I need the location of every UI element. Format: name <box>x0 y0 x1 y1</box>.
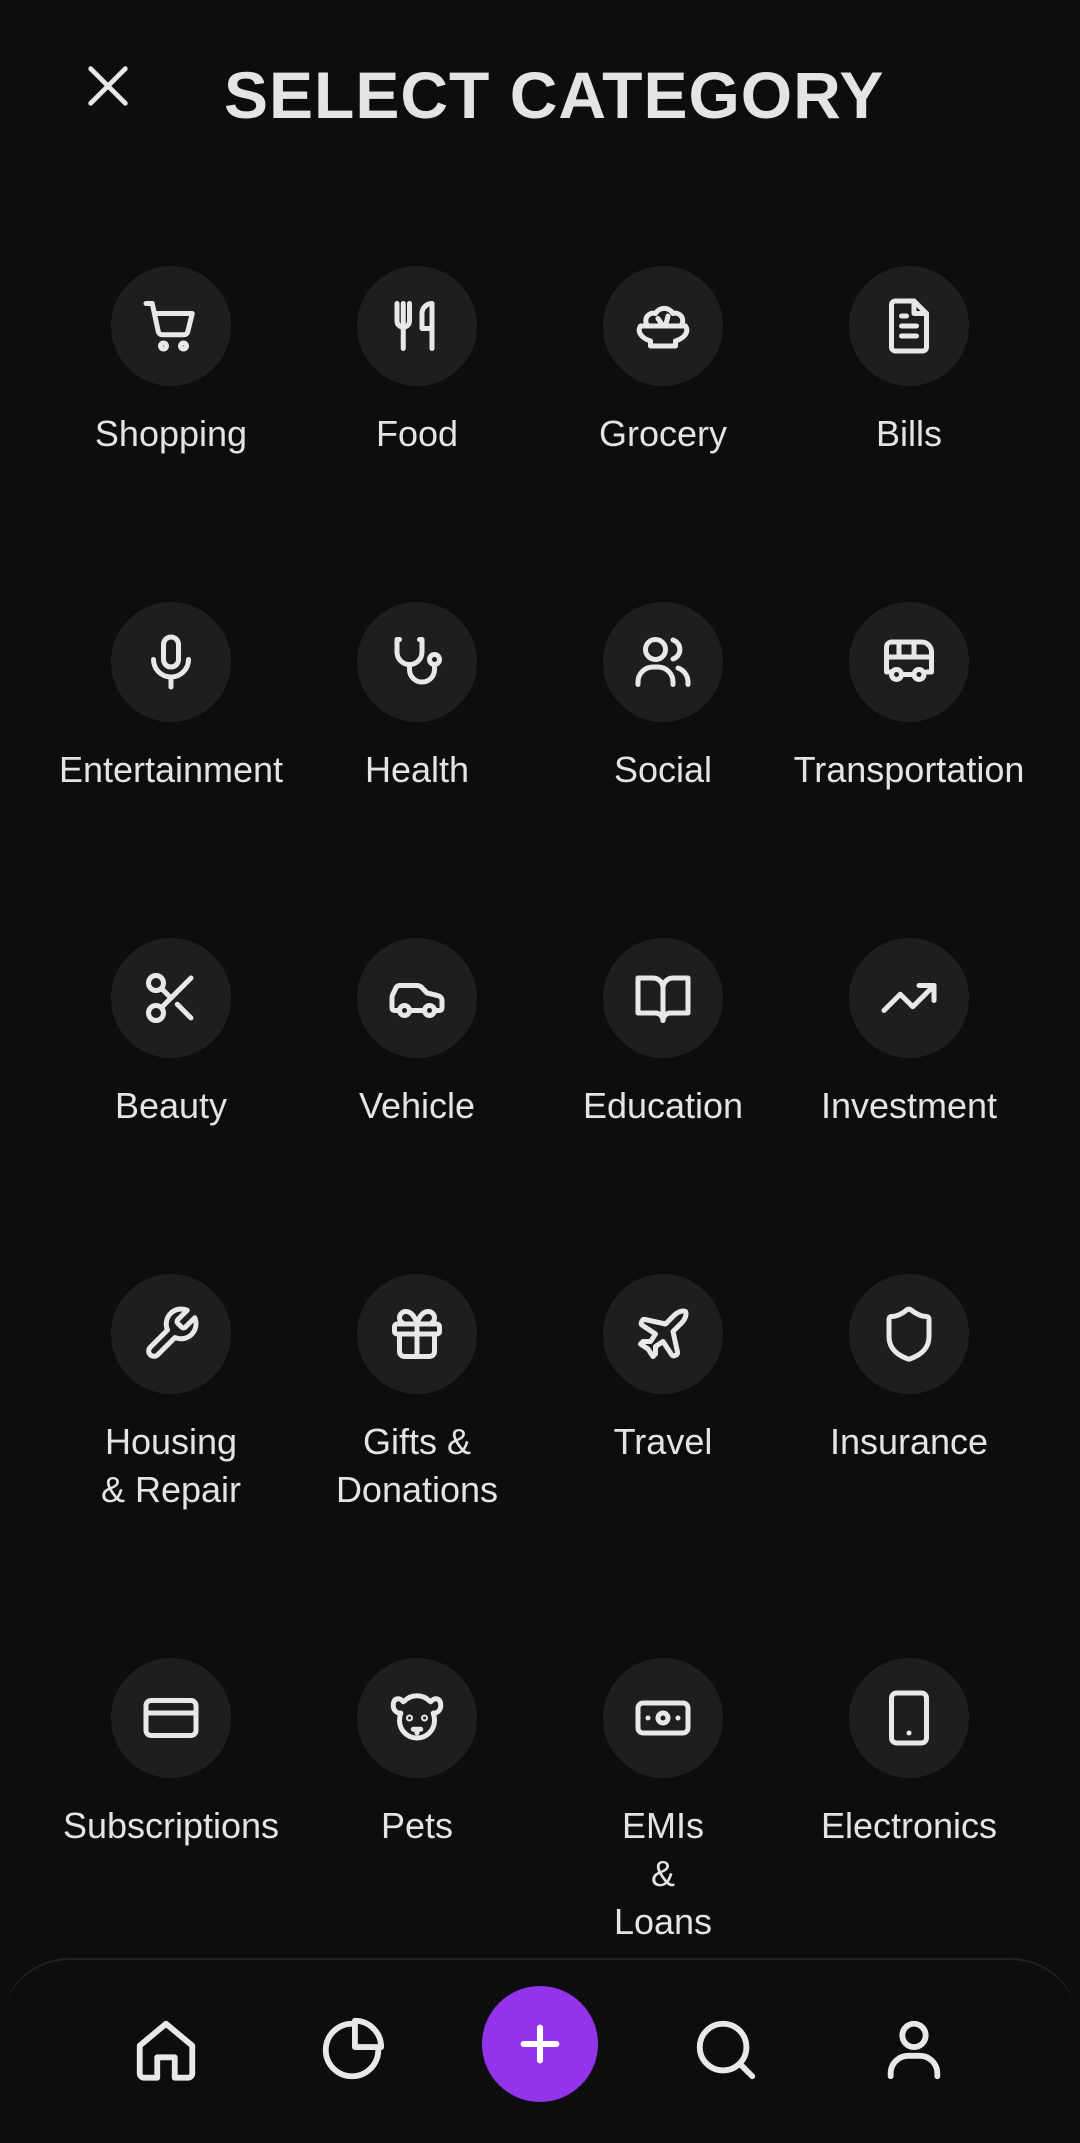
category-label: Bills <box>875 413 942 454</box>
users-icon <box>635 637 691 687</box>
category-label: Vehicle <box>358 1085 476 1126</box>
category-label: Health <box>364 749 470 790</box>
dog-face-icon <box>390 1693 444 1741</box>
category-label: Social <box>613 749 713 790</box>
category-icon-circle <box>603 602 723 722</box>
plus-icon <box>520 2024 560 2064</box>
plane-icon <box>638 1308 689 1359</box>
category-label: Electronics <box>820 1805 998 1846</box>
add-button[interactable] <box>482 1986 598 2102</box>
category-icon-circle <box>849 602 969 722</box>
category-icon-circle <box>603 1274 723 1394</box>
category-grocery[interactable]: Grocery <box>540 266 786 458</box>
category-icon-circle <box>849 938 969 1058</box>
shield-icon <box>886 1306 932 1362</box>
category-icon-circle <box>357 938 477 1058</box>
tablet-icon <box>889 1690 929 1746</box>
category-label: Pets <box>380 1805 454 1846</box>
category-label: Transportation <box>793 749 1025 790</box>
category-label: Gifts & Donations <box>335 1421 499 1510</box>
nav-search[interactable] <box>676 2000 776 2100</box>
utensils-icon <box>394 301 435 351</box>
nav-profile[interactable] <box>864 2000 964 2100</box>
category-education[interactable]: Education <box>540 938 786 1130</box>
category-emis-loans[interactable]: EMIs & Loans <box>540 1658 786 1946</box>
category-social[interactable]: Social <box>540 602 786 794</box>
category-label: Grocery <box>598 413 728 454</box>
category-label: EMIs & Loans <box>613 1805 713 1942</box>
category-icon-circle <box>357 1658 477 1778</box>
credit-card-icon <box>143 1698 199 1738</box>
category-subscriptions[interactable]: Subscriptions <box>48 1658 294 1850</box>
category-icon-circle <box>111 1274 231 1394</box>
category-icon-circle <box>357 1274 477 1394</box>
nav-home[interactable] <box>116 2000 216 2100</box>
trending-up-icon <box>881 983 937 1013</box>
category-icon-circle <box>849 1658 969 1778</box>
category-icon-circle <box>849 266 969 386</box>
category-insurance[interactable]: Insurance <box>786 1274 1032 1466</box>
category-label: Travel <box>613 1421 713 1462</box>
user-icon <box>887 2020 941 2080</box>
salad-bowl-icon <box>636 305 690 349</box>
category-gifts-donations[interactable]: Gifts & Donations <box>294 1274 540 1514</box>
category-label: Investment <box>820 1085 998 1126</box>
category-icon-circle <box>111 938 231 1058</box>
microphone-icon <box>151 634 191 690</box>
close-button[interactable] <box>72 50 144 122</box>
shopping-cart-icon <box>143 301 195 352</box>
category-label: Insurance <box>829 1421 989 1462</box>
close-icon <box>88 66 128 106</box>
category-icon-circle <box>603 938 723 1058</box>
category-label: Beauty <box>114 1085 228 1126</box>
scissors-icon <box>146 973 194 1023</box>
category-label: Subscriptions <box>62 1805 280 1846</box>
category-shopping[interactable]: Shopping <box>48 266 294 458</box>
category-investment[interactable]: Investment <box>786 938 1032 1130</box>
category-icon-circle <box>111 602 231 722</box>
nav-analytics[interactable] <box>302 2000 402 2100</box>
category-vehicle[interactable]: Vehicle <box>294 938 540 1130</box>
category-label: Shopping <box>94 413 248 454</box>
category-label: Housing & Repair <box>100 1421 242 1510</box>
category-label: Food <box>375 413 459 454</box>
bus-icon <box>884 639 934 682</box>
home-icon <box>136 2020 196 2081</box>
banknote-icon <box>635 1700 691 1736</box>
wrench-icon <box>146 1306 199 1359</box>
category-icon-circle <box>357 602 477 722</box>
category-beauty[interactable]: Beauty <box>48 938 294 1130</box>
pie-chart-icon <box>322 2017 385 2080</box>
category-entertainment[interactable]: Entertainment <box>48 602 294 794</box>
book-open-icon <box>635 975 691 1023</box>
stethoscope-icon <box>394 637 442 685</box>
document-icon <box>889 298 929 354</box>
category-bills[interactable]: Bills <box>786 266 1032 458</box>
category-icon-circle <box>357 266 477 386</box>
car-icon <box>389 983 445 1018</box>
category-label: Entertainment <box>58 749 284 790</box>
bottom-navigation <box>0 1958 1080 2143</box>
search-icon <box>696 2020 756 2080</box>
category-food[interactable]: Food <box>294 266 540 458</box>
header: SELECT CATEGORY <box>0 0 1080 190</box>
category-icon-circle <box>603 1658 723 1778</box>
category-transportation[interactable]: Transportation <box>786 602 1032 794</box>
gift-icon <box>392 1309 442 1359</box>
category-icon-circle <box>603 266 723 386</box>
category-icon-circle <box>849 1274 969 1394</box>
page-title: SELECT CATEGORY <box>224 58 885 132</box>
category-travel[interactable]: Travel <box>540 1274 786 1466</box>
category-label: Education <box>582 1085 744 1126</box>
category-icon-circle <box>111 1658 231 1778</box>
category-housing-repair[interactable]: Housing & Repair <box>48 1274 294 1514</box>
category-health[interactable]: Health <box>294 602 540 794</box>
category-pets[interactable]: Pets <box>294 1658 540 1850</box>
category-electronics[interactable]: Electronics <box>786 1658 1032 1850</box>
category-icon-circle <box>111 266 231 386</box>
